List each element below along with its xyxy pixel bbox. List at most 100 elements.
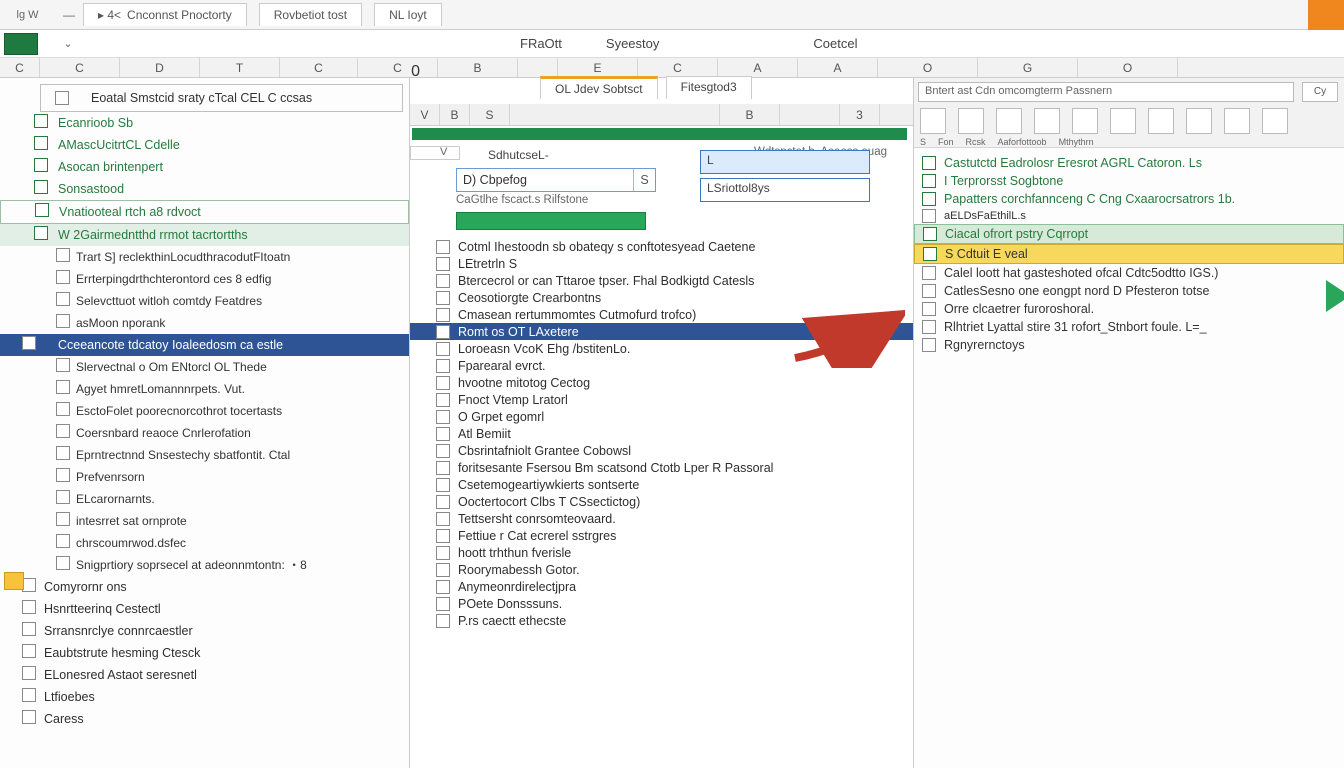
dropdown-category[interactable]: D) Cbpefog S <box>456 168 656 192</box>
checkbox-icon[interactable] <box>436 461 450 475</box>
option-row[interactable]: AMascUcitrtCL Cdelle <box>0 134 409 156</box>
option-row[interactable]: W 2Gairmedntthd rrmot tacrtortths <box>0 224 409 246</box>
option-row[interactable]: Selevcttuot witloh comtdy Featdres <box>0 290 409 312</box>
mini-column-header[interactable] <box>510 104 720 125</box>
option-row[interactable]: Ltfioebes <box>0 686 409 708</box>
option-row[interactable]: POete Donsssuns. <box>410 595 913 612</box>
toolbar-button[interactable] <box>1262 108 1288 134</box>
column-header[interactable]: C <box>638 58 718 77</box>
checkbox-icon[interactable] <box>22 600 36 614</box>
task-row[interactable]: S Cdtuit E veal <box>914 244 1344 264</box>
checkbox-icon[interactable] <box>56 292 70 306</box>
checkbox-icon[interactable] <box>56 314 70 328</box>
checkbox-icon[interactable] <box>436 359 450 373</box>
column-header[interactable]: C <box>0 58 40 77</box>
checkbox-icon[interactable] <box>922 156 936 170</box>
option-row[interactable]: Ooctertocort Clbs T CSsectictog) <box>410 493 913 510</box>
option-row[interactable]: hoott trhthun fverisle <box>410 544 913 561</box>
option-row[interactable]: EsctoFolet poorecnorcothrot tocertasts <box>0 400 409 422</box>
column-header[interactable]: E <box>558 58 638 77</box>
option-row[interactable]: Atl Bemiit <box>410 425 913 442</box>
checkbox-icon[interactable] <box>22 644 36 658</box>
checkbox-icon[interactable] <box>436 325 450 339</box>
option-row[interactable]: Errterpingdrthchterontord ces 8 edfig <box>0 268 409 290</box>
option-row[interactable]: Sonsastood <box>0 178 409 200</box>
checkbox-icon[interactable] <box>922 284 936 298</box>
task-row[interactable]: I Terprorsst Sogbtone <box>914 172 1344 190</box>
checkbox-icon[interactable] <box>34 158 48 172</box>
input-value[interactable]: LSriottol8ys <box>700 178 870 202</box>
checkbox-icon[interactable] <box>22 688 36 702</box>
checkbox-icon[interactable] <box>922 302 936 316</box>
checkbox-icon[interactable] <box>56 358 70 372</box>
context-tab-2[interactable]: Fitesgtod3 <box>666 76 752 99</box>
option-row[interactable]: ELonesred Astaot seresnetl <box>0 664 409 686</box>
checkbox-icon[interactable] <box>56 248 70 262</box>
task-row[interactable]: Calel loott hat gasteshoted ofcal Cdtc5o… <box>914 264 1344 282</box>
option-row[interactable]: Hsnrtteerinq Cestectl <box>0 598 409 620</box>
column-header[interactable]: C <box>280 58 358 77</box>
checkbox-icon[interactable] <box>436 427 450 441</box>
mini-column-header[interactable]: V <box>410 104 440 125</box>
checkbox-icon[interactable] <box>436 529 450 543</box>
window-close-icon[interactable] <box>1308 0 1344 30</box>
toolbar-button[interactable] <box>1110 108 1136 134</box>
option-row[interactable]: Vnatiooteal rtch a8 rdvoct <box>0 200 409 224</box>
checkbox-icon[interactable] <box>436 512 450 526</box>
checkbox-icon[interactable] <box>436 376 450 390</box>
mini-column-header[interactable]: B <box>720 104 780 125</box>
formula-field[interactable]: Bntert ast Cdn omcomgterm Passnern <box>918 82 1294 102</box>
checkbox-icon[interactable] <box>22 622 36 636</box>
checkbox-icon[interactable] <box>22 666 36 680</box>
checkbox-icon[interactable] <box>436 444 450 458</box>
toolbar-button[interactable] <box>1072 108 1098 134</box>
option-row[interactable]: Coersnbard reaoce Cnrlerofation <box>0 422 409 444</box>
mini-column-header[interactable]: B <box>440 104 470 125</box>
window-minimize-icon[interactable]: — <box>59 8 79 22</box>
mini-column-header[interactable]: 3 <box>840 104 880 125</box>
task-row[interactable]: aELDsFaEthilL.s <box>914 208 1344 224</box>
menu-tab-1[interactable]: FRaOtt <box>498 36 584 51</box>
task-row[interactable]: CatlesSesno one eongpt nord D Pfesteron … <box>914 282 1344 300</box>
toolbar-button[interactable] <box>1186 108 1212 134</box>
column-header[interactable]: C <box>40 58 120 77</box>
checkbox-icon[interactable] <box>436 308 450 322</box>
chevron-down-icon[interactable]: S <box>633 169 655 191</box>
checkbox-icon[interactable] <box>922 209 936 223</box>
context-tab-1[interactable]: OL Jdev Sobtsct <box>540 76 658 99</box>
checkbox-icon[interactable] <box>55 91 69 105</box>
option-row[interactable]: Fnoct Vtemp Lratorl <box>410 391 913 408</box>
checkbox-icon[interactable] <box>436 478 450 492</box>
option-row[interactable]: Csetemogeartiywkierts sontserte <box>410 476 913 493</box>
checkbox-icon[interactable] <box>56 270 70 284</box>
checkbox-icon[interactable] <box>56 556 70 570</box>
checkbox-icon[interactable] <box>56 446 70 460</box>
option-row[interactable]: Slervectnal o Om ENtorcl OL Thede <box>0 356 409 378</box>
checkbox-icon[interactable] <box>22 336 36 350</box>
checkbox-icon[interactable] <box>56 402 70 416</box>
checkbox-icon[interactable] <box>56 512 70 526</box>
checkbox-icon[interactable] <box>923 247 937 261</box>
checkbox-icon[interactable] <box>34 226 48 240</box>
nav-chevron-icon[interactable]: ⌄ <box>58 37 78 50</box>
option-row[interactable]: ELcarornarnts. <box>0 488 409 510</box>
checkbox-icon[interactable] <box>436 393 450 407</box>
option-row[interactable]: Ceosotiorgte Crearbontns <box>410 289 913 306</box>
checkbox-icon[interactable] <box>410 146 460 160</box>
option-row[interactable]: foritsesante Fsersou Bm scatsond Ctotb L… <box>410 459 913 476</box>
checkbox-icon[interactable] <box>436 240 450 254</box>
checkbox-icon[interactable] <box>436 291 450 305</box>
column-header[interactable]: G <box>978 58 1078 77</box>
app-badge-icon[interactable] <box>4 33 38 55</box>
option-row[interactable]: P.rs caectt ethecste <box>410 612 913 629</box>
checkbox-icon[interactable] <box>22 710 36 724</box>
checkbox-icon[interactable] <box>436 580 450 594</box>
option-row[interactable]: Cotml Ihestoodn sb obateqy s conftotesye… <box>410 238 913 255</box>
column-header[interactable]: O <box>878 58 978 77</box>
task-row[interactable]: Ciacal ofrort pstry Cqrropt <box>914 224 1344 244</box>
option-row[interactable]: LEtretrln S <box>410 255 913 272</box>
toolbar-button[interactable] <box>1148 108 1174 134</box>
column-header[interactable]: A <box>718 58 798 77</box>
column-header[interactable]: B <box>438 58 518 77</box>
option-row[interactable]: Caress <box>0 708 409 730</box>
